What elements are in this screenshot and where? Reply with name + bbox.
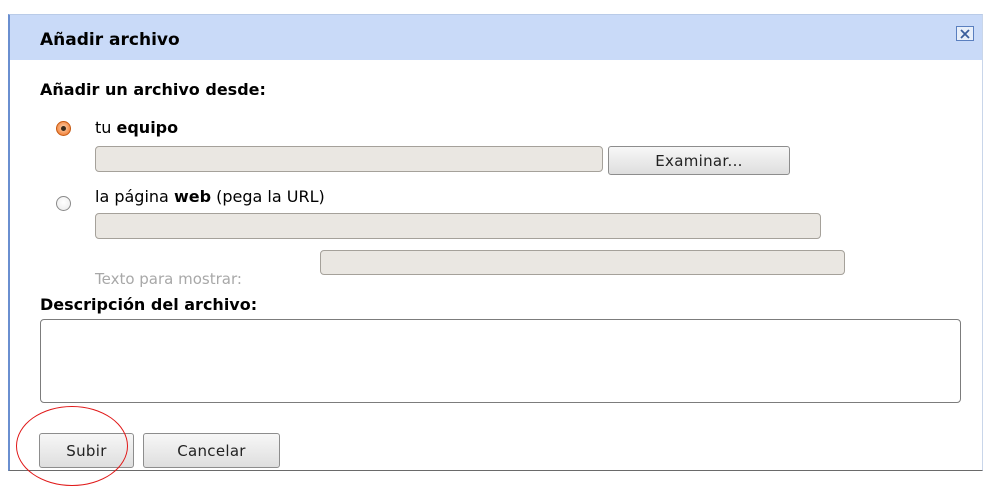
display-text-label: Texto para mostrar: bbox=[95, 270, 242, 288]
browse-button[interactable]: Examinar... bbox=[608, 146, 790, 175]
option-web-suffix: (pega la URL) bbox=[211, 187, 325, 206]
option-computer-prefix: tu bbox=[95, 118, 117, 137]
dialog-titlebar: Añadir archivo bbox=[10, 15, 982, 60]
url-input[interactable] bbox=[95, 213, 821, 239]
display-text-input[interactable] bbox=[320, 250, 845, 275]
file-path-input[interactable] bbox=[95, 146, 603, 172]
option-computer-label[interactable]: tu equipo bbox=[95, 118, 178, 138]
option-web-bold: web bbox=[173, 187, 212, 206]
close-x-glyph bbox=[960, 28, 970, 39]
description-label: Descripción del archivo: bbox=[40, 295, 258, 314]
description-textarea[interactable] bbox=[40, 319, 961, 403]
add-file-dialog: Añadir archivo Añadir un archivo desde: … bbox=[8, 14, 983, 471]
option-web-prefix: la página bbox=[95, 187, 174, 206]
radio-from-web[interactable] bbox=[56, 196, 71, 211]
close-icon[interactable] bbox=[956, 26, 974, 41]
submit-button[interactable]: Subir bbox=[39, 433, 134, 468]
dialog-title: Añadir archivo bbox=[40, 30, 180, 50]
option-computer-bold: equipo bbox=[116, 118, 179, 137]
cancel-button[interactable]: Cancelar bbox=[143, 433, 280, 468]
source-section-label: Añadir un archivo desde: bbox=[40, 80, 266, 99]
radio-selected-dot bbox=[61, 126, 66, 131]
option-web-label[interactable]: la página web (pega la URL) bbox=[95, 187, 325, 207]
radio-from-computer[interactable] bbox=[56, 121, 71, 136]
